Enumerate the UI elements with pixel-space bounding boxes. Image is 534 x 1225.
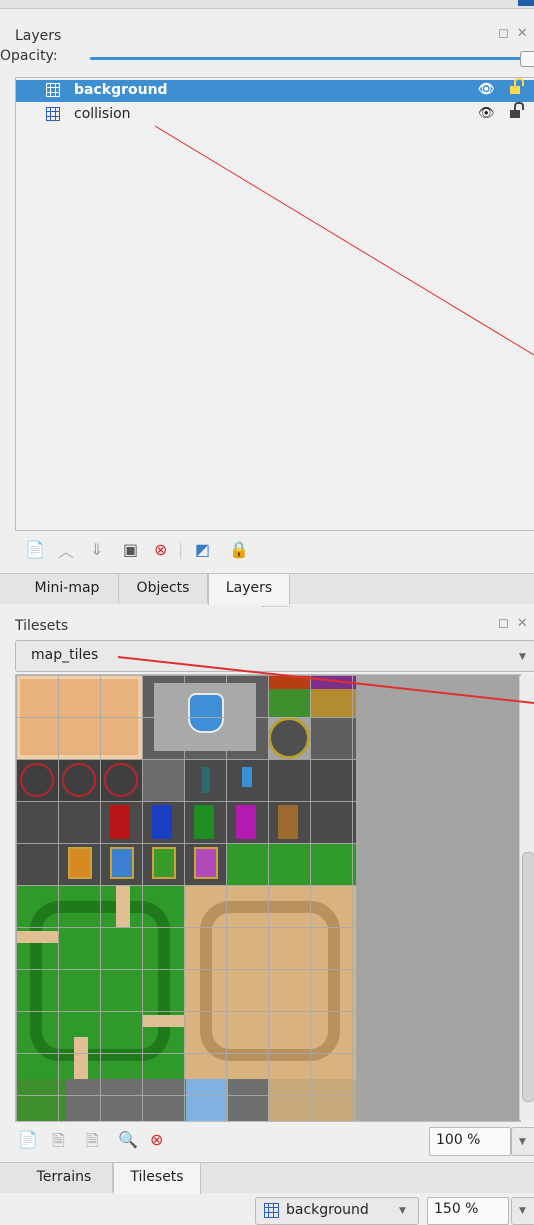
annotation-overlay [117, 125, 534, 704]
annotation-line-collision [154, 125, 534, 356]
annotation-line-tileset [117, 656, 534, 704]
